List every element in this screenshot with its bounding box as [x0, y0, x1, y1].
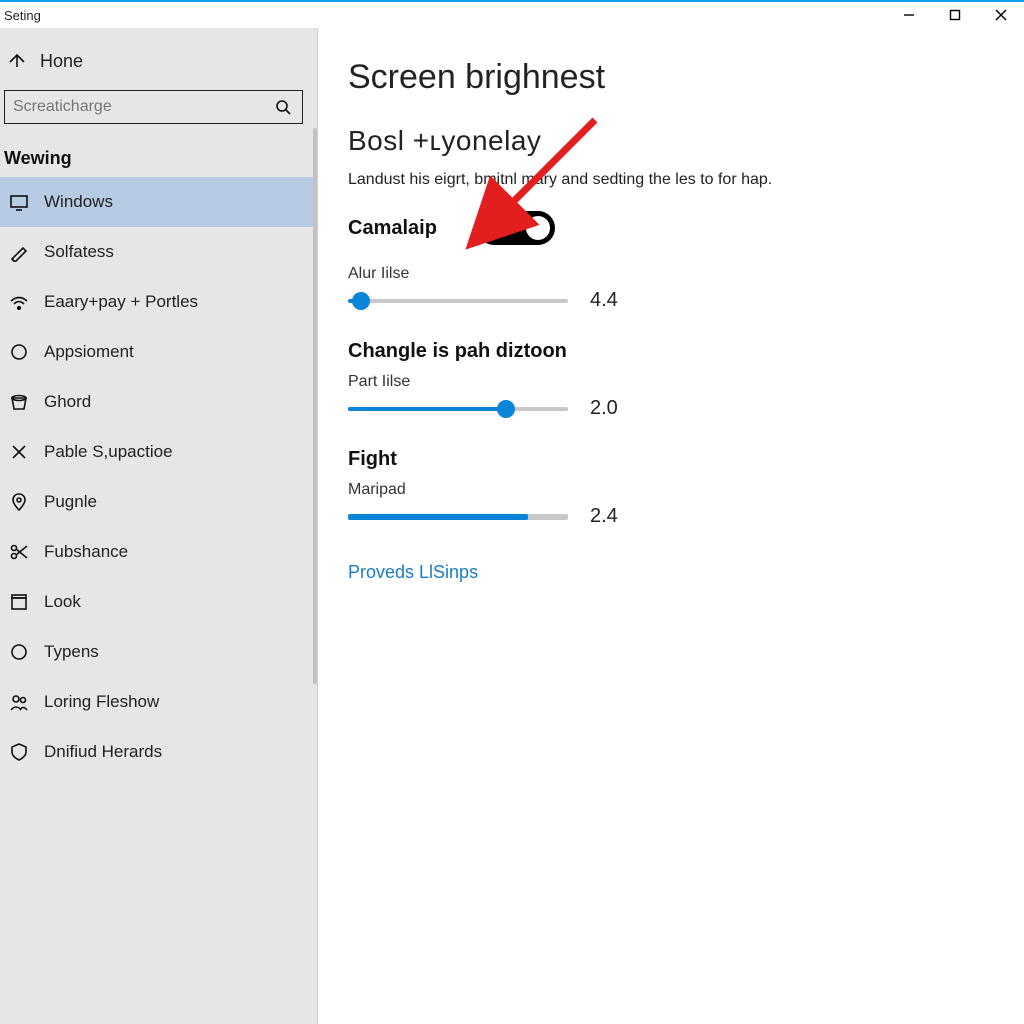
- window-titlebar: Seting: [0, 2, 1024, 28]
- minimize-icon: [903, 9, 915, 21]
- search-icon: [272, 96, 294, 118]
- sidebar-item-label: Windows: [44, 192, 113, 212]
- sidebar-item-label: Loring Fleshow: [44, 692, 159, 712]
- sidebar-item-label: Eaary+pay + Portles: [44, 292, 198, 312]
- sidebar-item-solfatess[interactable]: Solfatess: [0, 227, 317, 277]
- section-heading: Fight: [348, 448, 1024, 471]
- slider-value: 2.4: [590, 505, 618, 528]
- maximize-button[interactable]: [932, 2, 978, 28]
- slider-thumb[interactable]: [352, 292, 370, 310]
- sidebar-category: Wewing: [0, 138, 317, 177]
- search-box[interactable]: [4, 90, 303, 124]
- scissors-icon: [8, 541, 30, 563]
- pen-icon: [8, 241, 30, 263]
- proveds-link[interactable]: Proveds LlSinps: [348, 562, 478, 583]
- window-title: Seting: [4, 8, 41, 23]
- close-icon: [995, 9, 1007, 21]
- maximize-icon: [949, 9, 961, 21]
- home-row[interactable]: Hone: [0, 28, 317, 90]
- sidebar-item-pable-s-upactioe[interactable]: Pable S,upactioe: [0, 427, 317, 477]
- toggle-knob-icon: [526, 216, 550, 240]
- sidebar-item-fubshance[interactable]: Fubshance: [0, 527, 317, 577]
- home-icon: [6, 50, 28, 72]
- sidebar-item-label: Look: [44, 592, 81, 612]
- sidebar-item-label: Ghord: [44, 392, 91, 412]
- bucket-icon: [8, 391, 30, 413]
- sidebar-item-typens[interactable]: Typens: [0, 627, 317, 677]
- window-controls: [886, 2, 1024, 28]
- slider-block: Part Iilse 2.0: [348, 373, 1024, 420]
- sidebar-item-label: Typens: [44, 642, 99, 662]
- home-label: Hone: [40, 51, 83, 72]
- pin-icon: [8, 491, 30, 513]
- slider-fill: [348, 514, 528, 520]
- sidebar-item-label: Solfatess: [44, 242, 114, 262]
- people-icon: [8, 691, 30, 713]
- box-icon: [8, 591, 30, 613]
- circle-icon: [8, 641, 30, 663]
- sidebar-item-windows[interactable]: Windows: [0, 177, 317, 227]
- slider-block: Maripad 2.4: [348, 481, 1024, 528]
- close-button[interactable]: [978, 2, 1024, 28]
- circle-icon: [8, 341, 30, 363]
- toggle-label: Camalaip: [348, 217, 437, 240]
- page-description: Landust his eigrt, bmitnl mary and sedti…: [348, 171, 1024, 189]
- slider-track[interactable]: [348, 299, 568, 303]
- shield-icon: [8, 741, 30, 763]
- sidebar-item-label: Dnifiud Herards: [44, 742, 162, 762]
- slider-value: 2.0: [590, 397, 618, 420]
- slider-track[interactable]: [348, 407, 568, 411]
- sidebar-item-eaary-pay-portles[interactable]: Eaary+pay + Portles: [0, 277, 317, 327]
- sidebar-item-pugnle[interactable]: Pugnle: [0, 477, 317, 527]
- content-pane: Screen brighnest Bosl +ʟyonelay Landust …: [318, 28, 1024, 1024]
- slider-label: Maripad: [348, 481, 1024, 499]
- sidebar-item-label: Pable S,upactioe: [44, 442, 173, 462]
- page-subheading: Bosl +ʟyonelay: [348, 125, 1024, 157]
- sidebar-item-loring-fleshow[interactable]: Loring Fleshow: [0, 677, 317, 727]
- sidebar: Hone Wewing Windows Solfatess Eaary+pay + …: [0, 28, 318, 1024]
- sidebar-item-label: Pugnle: [44, 492, 97, 512]
- page-title: Screen brighnest: [348, 58, 1024, 97]
- display-icon: [8, 191, 30, 213]
- wifi-icon: [8, 291, 30, 313]
- slider-label: Part Iilse: [348, 373, 1024, 391]
- sidebar-item-look[interactable]: Look: [0, 577, 317, 627]
- sidebar-item-label: Appsioment: [44, 342, 134, 362]
- sidebar-item-ghord[interactable]: Ghord: [0, 377, 317, 427]
- slider-block: Alur Iilse 4.4: [348, 265, 1024, 312]
- cross-icon: [8, 441, 30, 463]
- minimize-button[interactable]: [886, 2, 932, 28]
- sidebar-nav: Windows Solfatess Eaary+pay + Portles Appsi…: [0, 177, 317, 777]
- slider-track: [348, 514, 568, 520]
- section-heading: Changle is pah diztoon: [348, 340, 1024, 363]
- camalaip-toggle[interactable]: [477, 211, 555, 245]
- slider-label: Alur Iilse: [348, 265, 1024, 283]
- slider-fill: [348, 407, 506, 411]
- toggle-off-indicator-icon: [489, 224, 497, 232]
- sidebar-item-label: Fubshance: [44, 542, 128, 562]
- search-input[interactable]: [13, 98, 253, 116]
- slider-value: 4.4: [590, 289, 618, 312]
- slider-thumb[interactable]: [497, 400, 515, 418]
- sidebar-item-dnifiud-herards[interactable]: Dnifiud Herards: [0, 727, 317, 777]
- sidebar-item-appsioment[interactable]: Appsioment: [0, 327, 317, 377]
